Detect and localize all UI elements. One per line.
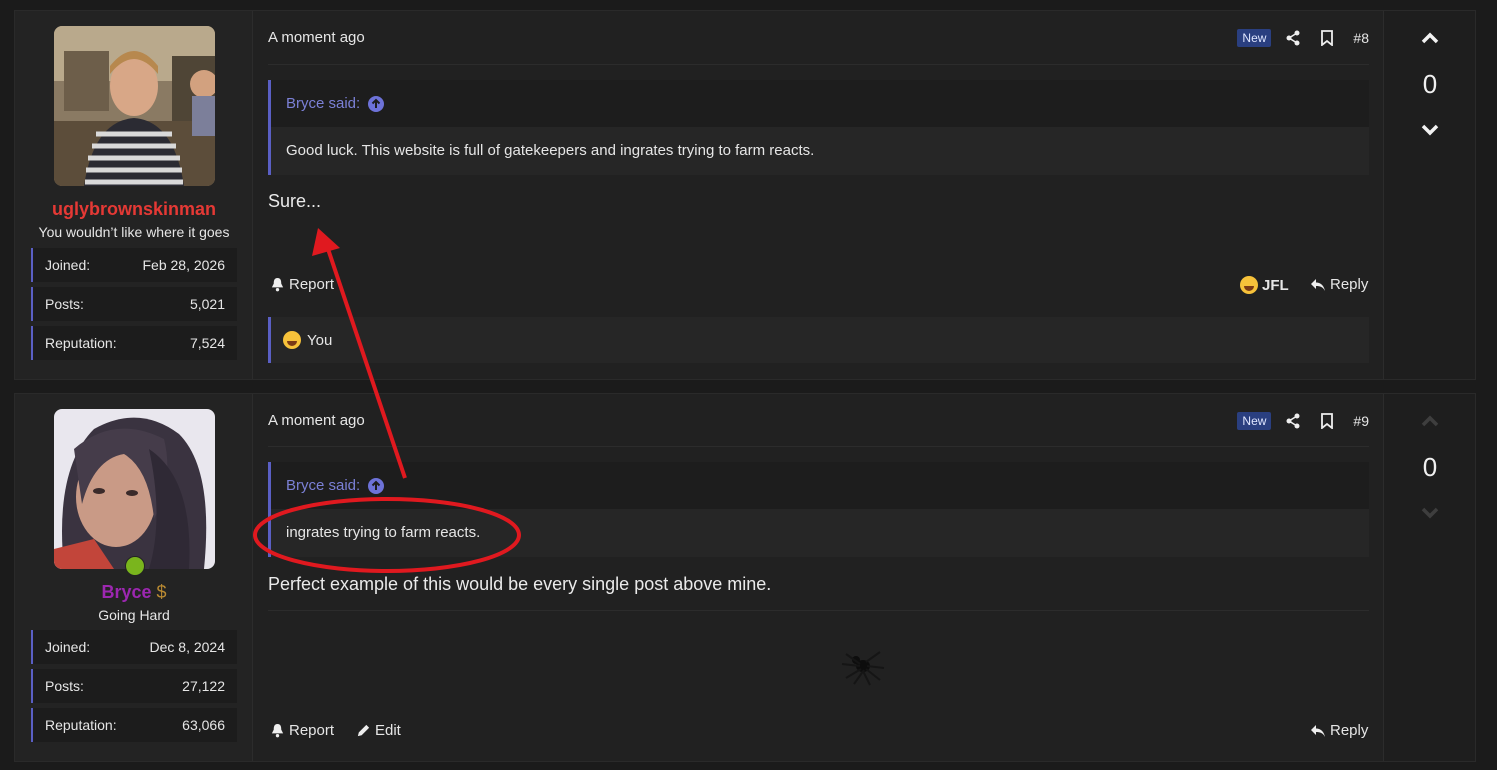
stat-label: Reputation:: [45, 717, 117, 733]
avatar[interactable]: [54, 409, 215, 569]
stat-value: 5,021: [189, 296, 225, 312]
react-label: JFL: [1262, 276, 1289, 294]
report-label: Report: [289, 276, 335, 293]
quote-header: Bryce said:: [271, 462, 1369, 509]
quote-block: Bryce said: ingrates trying to farm reac…: [268, 462, 1369, 557]
post-main: A moment ago New #9 Bryce said: ingrates…: [268, 394, 1369, 761]
quote-header: Bryce said:: [271, 80, 1369, 127]
vote-panel: 0: [1383, 394, 1475, 761]
stat-value: Feb 28, 2026: [142, 257, 225, 273]
quote-text: ingrates trying to farm reacts.: [271, 509, 1369, 557]
stat-value: 7,524: [189, 335, 225, 351]
divider: [268, 446, 1369, 447]
stat-label: Joined:: [45, 257, 91, 273]
post-header-actions: New #9: [1237, 410, 1369, 432]
laughing-emoji-icon: [1240, 276, 1258, 294]
post-time[interactable]: A moment ago: [268, 412, 365, 429]
new-badge: New: [1237, 29, 1272, 47]
stat-joined: Joined: Dec 8, 2024: [31, 630, 237, 664]
post-time[interactable]: A moment ago: [268, 29, 365, 46]
edit-label: Edit: [375, 722, 401, 739]
downvote-icon[interactable]: [1420, 506, 1440, 520]
stat-label: Reputation:: [45, 335, 117, 351]
post-8: uglybrownskinman You wouldn’t like where…: [14, 10, 1476, 380]
bookmark-icon[interactable]: [1319, 30, 1335, 46]
edit-button[interactable]: Edit: [356, 722, 401, 739]
stat-posts: Posts: 27,122: [31, 669, 237, 703]
stat-label: Joined:: [45, 639, 91, 655]
stat-reputation: Reputation: 63,066: [31, 708, 237, 742]
vote-score: 0: [1422, 69, 1438, 99]
user-panel: Bryce $ Going Hard Joined: Dec 8, 2024 P…: [15, 394, 253, 761]
stat-value: 63,066: [182, 717, 225, 733]
username[interactable]: Bryce: [101, 582, 151, 602]
laughing-emoji-icon: [283, 331, 301, 349]
go-to-quote-icon[interactable]: [368, 477, 385, 494]
spider-signature-icon: [841, 651, 885, 686]
stat-label: Posts:: [45, 678, 84, 694]
reply-button[interactable]: Reply: [1310, 276, 1368, 293]
username-row: Bryce $: [15, 582, 253, 603]
bell-icon: [271, 723, 284, 738]
quote-block: Bryce said: Good luck. This website is f…: [268, 80, 1369, 175]
bookmark-icon[interactable]: [1319, 413, 1335, 429]
reply-icon: [1311, 724, 1325, 737]
stat-joined: Joined: Feb 28, 2026: [31, 248, 237, 282]
reply-label: Reply: [1330, 722, 1369, 739]
new-badge: New: [1237, 412, 1272, 430]
post-number[interactable]: #9: [1353, 413, 1369, 429]
vote-score: 0: [1422, 452, 1438, 482]
stat-posts: Posts: 5,021: [31, 287, 237, 321]
quote-author[interactable]: Bryce said:: [286, 462, 360, 509]
reply-button[interactable]: Reply: [1310, 722, 1368, 739]
dollar-icon: $: [156, 582, 167, 602]
post-message: Sure...: [268, 191, 322, 211]
pencil-icon: [357, 724, 370, 737]
user-title: Going Hard: [98, 607, 170, 623]
report-label: Report: [289, 722, 335, 739]
vote-panel: 0: [1383, 11, 1475, 379]
post-number[interactable]: #8: [1353, 30, 1369, 46]
react-button[interactable]: JFL: [1240, 276, 1289, 294]
share-icon[interactable]: [1285, 30, 1301, 46]
avatar[interactable]: [54, 26, 215, 186]
bell-icon: [271, 277, 284, 292]
post-9: Bryce $ Going Hard Joined: Dec 8, 2024 P…: [14, 393, 1476, 762]
stat-reputation: Reputation: 7,524: [31, 326, 237, 360]
divider: [268, 610, 1369, 611]
reactions-label: You: [307, 331, 333, 349]
report-button[interactable]: Report: [270, 276, 334, 293]
reactions-bar[interactable]: You: [268, 317, 1369, 363]
share-icon[interactable]: [1285, 413, 1301, 429]
reply-label: Reply: [1330, 276, 1369, 293]
quote-text: Good luck. This website is full of gatek…: [271, 127, 1369, 175]
post-actions: Report JFL Reply: [268, 276, 1369, 298]
stat-value: 27,122: [182, 678, 225, 694]
upvote-icon[interactable]: [1420, 414, 1440, 428]
post-actions: Report Edit Reply: [268, 722, 1369, 744]
go-to-quote-icon[interactable]: [368, 95, 385, 112]
downvote-icon[interactable]: [1420, 123, 1440, 137]
quote-author[interactable]: Bryce said:: [286, 80, 360, 127]
post-main: A moment ago New #8 Bryce said: Good luc…: [268, 11, 1369, 379]
stat-value: Dec 8, 2024: [149, 639, 226, 655]
user-panel: uglybrownskinman You wouldn’t like where…: [15, 11, 253, 379]
stat-label: Posts:: [45, 296, 84, 312]
username[interactable]: uglybrownskinman: [15, 199, 253, 220]
report-button[interactable]: Report: [270, 722, 334, 739]
reply-icon: [1311, 278, 1325, 291]
post-header-actions: New #8: [1237, 27, 1369, 49]
online-status-icon: [125, 556, 145, 576]
post-message: Perfect example of this would be every s…: [268, 574, 772, 594]
divider: [268, 64, 1369, 65]
user-title: You wouldn’t like where it goes: [38, 224, 230, 240]
upvote-icon[interactable]: [1420, 31, 1440, 45]
